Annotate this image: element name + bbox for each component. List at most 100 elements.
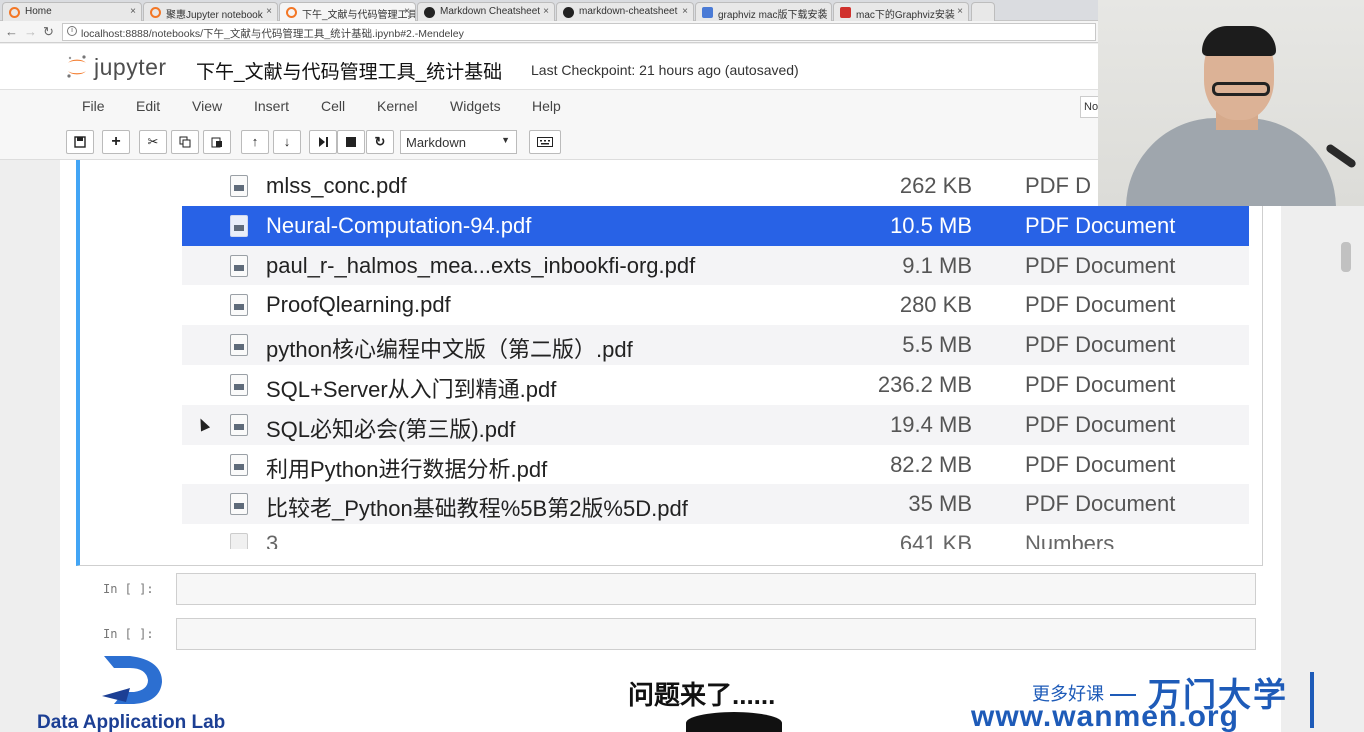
menu-widgets[interactable]: Widgets <box>450 98 501 114</box>
cell-prompt: In [ ]: <box>103 627 154 641</box>
url-input[interactable]: i localhost:8888/notebooks/下午_文献与代码管理工具_… <box>62 23 1096 41</box>
pdf-file-icon <box>230 413 248 436</box>
copy-icon <box>179 136 191 148</box>
jupyter-icon <box>9 7 20 18</box>
info-icon[interactable]: i <box>67 26 77 36</box>
tab-label: graphviz mac版下载安装 <box>718 10 828 21</box>
save-icon <box>74 136 86 148</box>
insert-cell-button[interactable]: + <box>102 130 130 154</box>
tab-label: Markdown Cheatsheet <box>440 6 541 17</box>
cut-button[interactable]: ✂ <box>139 130 167 154</box>
close-icon[interactable]: × <box>404 6 410 17</box>
file-row[interactable]: mlss_conc.pdf 262 KB PDF D <box>182 166 1249 206</box>
presenter-glasses <box>1212 82 1270 96</box>
file-name: SQL+Server从入门到精通.pdf <box>266 376 557 402</box>
numbers-file-icon <box>230 533 248 550</box>
run-button[interactable] <box>309 130 337 154</box>
file-row[interactable]: ProofQlearning.pdf 280 KB PDF Document <box>182 285 1249 326</box>
move-up-button[interactable]: ↑ <box>241 130 269 154</box>
code-cell-input[interactable] <box>176 618 1256 650</box>
cell-type-select[interactable]: Markdown ▼ <box>400 130 517 154</box>
file-row[interactable]: 3 641 KB Numbers <box>182 524 1249 550</box>
close-icon[interactable]: × <box>682 6 688 17</box>
menu-kernel[interactable]: Kernel <box>377 98 417 114</box>
presenter-hair <box>1202 26 1276 56</box>
file-name: python核心编程中文版（第二版）.pdf <box>266 337 633 363</box>
file-row[interactable]: paul_r-_halmos_mea...exts_inbookfi-org.p… <box>182 245 1249 286</box>
new-tab-button[interactable] <box>971 2 995 21</box>
file-size: 35 MB <box>908 491 972 517</box>
tab-label: 聚惠Jupyter notebook <box>166 10 263 21</box>
data-application-lab-logo-icon <box>102 656 162 704</box>
stop-icon <box>346 137 356 147</box>
microphone <box>1324 142 1358 170</box>
file-kind: PDF Document <box>1025 371 1176 397</box>
browser-tab[interactable]: Markdown Cheatsheet × <box>417 2 555 21</box>
browser-tab[interactable]: graphviz mac版下载安装 × <box>695 2 832 21</box>
stop-button[interactable] <box>337 130 365 154</box>
file-row-selected[interactable]: Neural-Computation-94.pdf 10.5 MB PDF Do… <box>182 205 1249 246</box>
close-icon[interactable]: × <box>543 6 549 17</box>
page-scrollbar[interactable] <box>1341 242 1351 272</box>
file-row[interactable]: 利用Python进行数据分析.pdf 82.2 MB PDF Document <box>182 444 1249 485</box>
tab-label: Home <box>25 6 52 17</box>
close-icon[interactable]: × <box>957 6 963 17</box>
browser-tab[interactable]: markdown-cheatsheet × <box>556 2 694 21</box>
keyboard-icon <box>537 137 553 147</box>
forward-icon[interactable]: → <box>24 24 37 39</box>
brand-url: www.wanmen.org <box>971 700 1239 732</box>
save-button[interactable] <box>66 130 94 154</box>
copy-button[interactable] <box>171 130 199 154</box>
menu-file[interactable]: File <box>82 98 105 114</box>
pdf-file-icon <box>230 214 248 237</box>
menu-help[interactable]: Help <box>532 98 561 114</box>
menu-cell[interactable]: Cell <box>321 98 345 114</box>
restart-button[interactable]: ↻ <box>366 130 394 154</box>
jupyter-header: jupyter 下午_文献与代码管理工具_统计基础 Last Checkpoin… <box>0 44 1098 89</box>
file-row[interactable]: SQL必知必会(第三版).pdf 19.4 MB PDF Document <box>182 404 1249 445</box>
jupyter-logo-text: jupyter <box>94 54 167 80</box>
file-size: 10.5 MB <box>890 212 972 238</box>
notebook-title[interactable]: 下午_文献与代码管理工具_统计基础 <box>196 57 502 84</box>
site-icon <box>840 7 851 18</box>
file-kind: Numbers <box>1025 531 1115 550</box>
github-icon <box>563 7 574 18</box>
menu-edit[interactable]: Edit <box>136 98 160 114</box>
file-row[interactable]: python核心编程中文版（第二版）.pdf 5.5 MB PDF Docume… <box>182 325 1249 365</box>
browser-tab[interactable]: Home × <box>2 2 142 21</box>
file-row[interactable]: SQL+Server从入门到精通.pdf 236.2 MB PDF Docume… <box>182 364 1249 405</box>
file-kind: PDF Document <box>1025 491 1176 517</box>
close-icon[interactable]: × <box>130 6 136 17</box>
file-row[interactable]: 比较老_Python基础教程%5B第2版%5D.pdf 35 MB PDF Do… <box>182 484 1249 525</box>
file-size: 262 KB <box>899 173 972 198</box>
browser-tab[interactable]: 聚惠Jupyter notebook × <box>143 2 278 21</box>
paste-button[interactable] <box>203 130 231 154</box>
screen: Home × 聚惠Jupyter notebook × 下午_文献与代码管理工具… <box>0 0 1364 732</box>
lab-name: Data Application Lab <box>37 712 226 732</box>
close-icon[interactable]: × <box>820 6 826 17</box>
pdf-file-icon <box>230 373 248 396</box>
menu-view[interactable]: View <box>192 98 222 114</box>
browser-tab-active[interactable]: 下午_文献与代码管理工具 × <box>279 2 416 21</box>
file-name: 利用Python进行数据分析.pdf <box>266 456 548 482</box>
menu-insert[interactable]: Insert <box>254 98 289 114</box>
reload-icon[interactable]: ↻ <box>43 24 54 40</box>
file-name: paul_r-_halmos_mea...exts_inbookfi-org.p… <box>266 252 696 278</box>
back-icon[interactable]: ← <box>5 24 18 39</box>
code-cell-input[interactable] <box>176 573 1256 605</box>
file-size: 9.1 MB <box>902 252 972 278</box>
tab-label: mac下的Graphviz安装 <box>856 10 955 21</box>
menu-bar: File Edit View Insert Cell Kernel Widget… <box>0 89 1100 122</box>
browser-tab[interactable]: mac下的Graphviz安装 × <box>833 2 969 21</box>
command-palette-button[interactable] <box>529 130 561 154</box>
close-icon[interactable]: × <box>266 6 272 17</box>
kernel-indicator[interactable]: No <box>1080 96 1100 118</box>
move-down-button[interactable]: ↓ <box>273 130 301 154</box>
file-name: Neural-Computation-94.pdf <box>266 212 532 238</box>
jupyter-logo-icon[interactable] <box>65 54 89 80</box>
file-kind: PDF D <box>1025 173 1091 198</box>
file-name: 3 <box>266 531 279 550</box>
run-icon <box>319 137 328 147</box>
file-kind: PDF Document <box>1025 212 1176 238</box>
finder-file-list: mlss_conc.pdf 262 KB PDF D Neural-Comput… <box>182 166 1249 550</box>
